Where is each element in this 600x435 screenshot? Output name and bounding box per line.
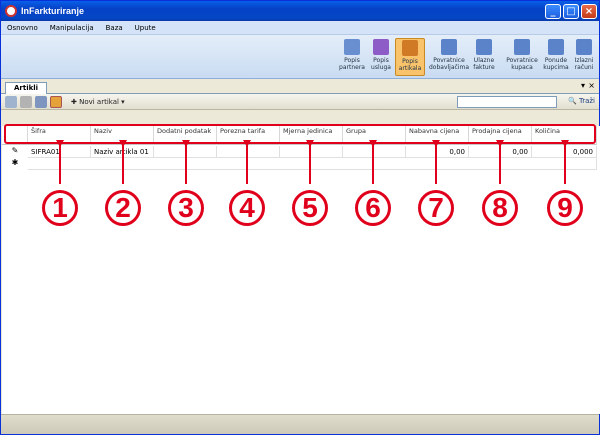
menu-baza[interactable]: Baza: [106, 24, 123, 32]
pointer-line: [564, 144, 566, 184]
annotation-8: 8: [482, 190, 518, 226]
document-tabs: Artikli ▾ ×: [1, 79, 599, 94]
pointer-line: [372, 144, 374, 184]
edit-row-icon: ✎: [11, 146, 19, 155]
pointer-line: [185, 144, 187, 184]
minimize-button[interactable]: _: [545, 3, 561, 19]
offers-icon: [548, 39, 564, 55]
search-button[interactable]: 🔍 Traži: [568, 97, 595, 105]
search-input[interactable]: [457, 96, 557, 108]
items-grid: Šifra Naziv Dodatni podatak Porezna tari…: [2, 126, 600, 414]
menu-osnovno[interactable]: Osnovno: [7, 24, 38, 32]
maximize-button[interactable]: □: [563, 3, 579, 19]
window-title: InFarkturiranje: [21, 6, 85, 16]
annotation-2: 2: [105, 190, 141, 226]
new-row-icon[interactable]: ✱: [2, 158, 28, 167]
popis-partnera-button[interactable]: Popis partnera: [337, 38, 367, 76]
pointer-line: [122, 144, 124, 184]
pointer-arrow: [119, 140, 127, 147]
pointer-arrow: [243, 140, 251, 147]
print-icon[interactable]: [20, 95, 32, 108]
row-highlight: [4, 124, 596, 144]
pointer-arrow: [369, 140, 377, 147]
povratnice-dobavljacima-button[interactable]: Povratnice dobavljačima: [429, 38, 469, 76]
close-button[interactable]: ×: [581, 3, 597, 19]
articles-icon: [402, 40, 418, 56]
ribbon: Popis partnera Popis usluga Popis artika…: [1, 35, 599, 79]
annotation-4: 4: [229, 190, 265, 226]
new-row[interactable]: [28, 158, 597, 170]
ulazne-fakture-button[interactable]: Ulazne fakture: [469, 38, 499, 76]
pointer-arrow: [56, 140, 64, 147]
cell-mjerna-jedinica[interactable]: [280, 146, 343, 158]
new-item-button[interactable]: ✚ Novi artikal ▾: [71, 98, 125, 106]
pointer-line: [499, 144, 501, 184]
pointer-line: [59, 144, 61, 184]
grid-toolbar: ✚ Novi artikal ▾ 🔍 Traži: [1, 94, 599, 110]
tab-close-icon[interactable]: ×: [588, 81, 595, 90]
annotation-9: 9: [547, 190, 583, 226]
pointer-arrow: [306, 140, 314, 147]
annotation-5: 5: [292, 190, 328, 226]
tab-dropdown-icon[interactable]: ▾: [581, 81, 585, 90]
pointer-arrow: [561, 140, 569, 147]
status-bar: [1, 414, 599, 434]
pointer-line: [246, 144, 248, 184]
invoice-out-icon: [576, 39, 592, 55]
app-logo-icon: [5, 5, 17, 17]
pointer-arrow: [182, 140, 190, 147]
autofit-icon[interactable]: [35, 95, 47, 108]
pointer-arrow: [496, 140, 504, 147]
popis-artikala-button[interactable]: Popis artikala: [395, 38, 425, 76]
title-bar: InFarkturiranje _ □ ×: [1, 1, 599, 21]
refresh-icon[interactable]: [5, 95, 17, 108]
returns-icon: [441, 39, 457, 55]
invoice-in-icon: [476, 39, 492, 55]
pointer-line: [435, 144, 437, 184]
columns-icon[interactable]: [50, 95, 62, 108]
cell-porezna-tarifa[interactable]: [217, 146, 280, 158]
annotation-1: 1: [42, 190, 78, 226]
partners-icon: [344, 39, 360, 55]
menu-bar: Osnovno Manipulacija Baza Upute: [1, 21, 599, 35]
ponude-kupcima-button[interactable]: Ponude kupcima: [541, 38, 571, 76]
annotation-6: 6: [355, 190, 391, 226]
annotation-7: 7: [418, 190, 454, 226]
pointer-arrow: [432, 140, 440, 147]
tab-artikli[interactable]: Artikli: [5, 82, 48, 94]
povratnice-kupaca-button[interactable]: Povratnice kupaca: [505, 38, 539, 76]
izlazni-racuni-button[interactable]: Izlazni računi: [569, 38, 599, 76]
customer-returns-icon: [514, 39, 530, 55]
menu-upute[interactable]: Upute: [135, 24, 156, 32]
cell-grupa[interactable]: [343, 146, 406, 158]
annotation-3: 3: [168, 190, 204, 226]
cell-nabavna-cijena[interactable]: 0,00: [406, 146, 469, 158]
menu-manipulacija[interactable]: Manipulacija: [50, 24, 94, 32]
services-icon: [373, 39, 389, 55]
popis-usluga-button[interactable]: Popis usluga: [366, 38, 396, 76]
pointer-line: [309, 144, 311, 184]
